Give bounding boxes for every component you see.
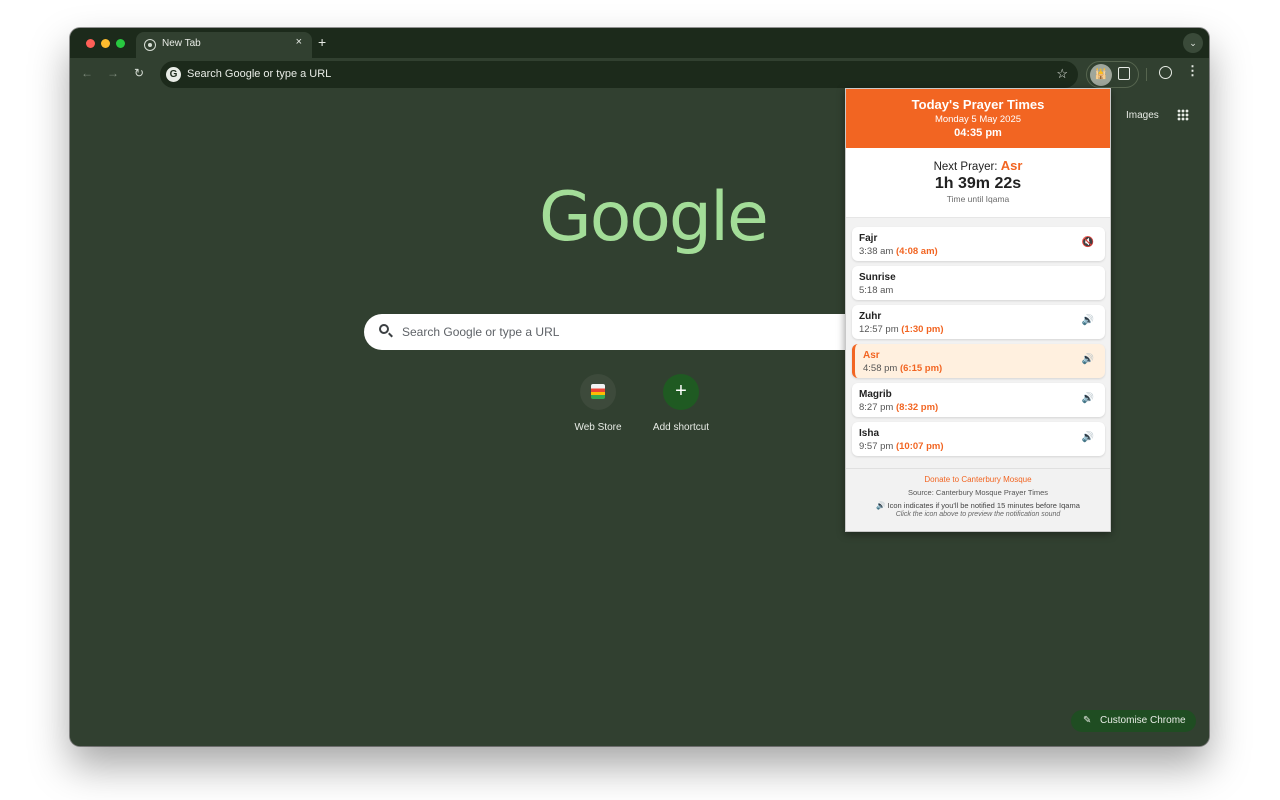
- prayer-time: 8:27 pm: [859, 402, 894, 413]
- prayer-time: 12:57 pm: [859, 324, 899, 335]
- speaker-icon: 🔊: [876, 501, 886, 510]
- prayer-row-isha: Isha 9:57 pm (10:07 pm) 🔊: [852, 422, 1105, 456]
- images-link[interactable]: Images: [1126, 110, 1159, 121]
- extensions-puzzle-icon[interactable]: [1118, 67, 1130, 80]
- prayer-times: 4:58 pm (6:15 pm): [863, 363, 942, 374]
- address-bar-text[interactable]: Search Google or type a URL: [187, 68, 331, 80]
- web-store-tile[interactable]: [580, 374, 616, 410]
- toolbar-divider: [1146, 68, 1147, 81]
- search-input[interactable]: Search Google or type a URL: [364, 314, 846, 350]
- next-prayer-name: Asr: [1000, 158, 1023, 173]
- profile-icon[interactable]: [1159, 66, 1172, 79]
- next-prayer-line: Next Prayer: Asr: [846, 158, 1110, 173]
- prayer-time: 5:18 am: [859, 285, 894, 296]
- prayer-row-sunrise: Sunrise 5:18 am: [852, 266, 1105, 300]
- prayer-name: Isha: [859, 428, 880, 439]
- countdown-caption: Time until Iqama: [946, 194, 1010, 204]
- legend-label: Icon indicates if you'll be notified 15 …: [887, 501, 1080, 510]
- tab-close-icon[interactable]: ×: [296, 36, 302, 48]
- legend-text: 🔊 Icon indicates if you'll be notified 1…: [846, 501, 1110, 510]
- bookmark-star-icon[interactable]: ☆: [1056, 66, 1068, 82]
- muted-speaker-icon[interactable]: 🔇: [1082, 237, 1094, 248]
- search-placeholder: Search Google or type a URL: [402, 325, 560, 339]
- speaker-icon[interactable]: 🔊: [1082, 393, 1094, 404]
- popup-title: Today's Prayer Times: [911, 97, 1045, 112]
- countdown-timer: 1h 39m 22s: [934, 175, 1022, 192]
- prayer-row-zuhr: Zuhr 12:57 pm (1:30 pm) 🔊: [852, 305, 1105, 339]
- chrome-menu-button[interactable]: ⋮: [1186, 64, 1199, 77]
- popup-header: Today's Prayer Times Monday 5 May 2025 0…: [846, 89, 1110, 148]
- forward-button[interactable]: →: [107, 66, 119, 80]
- prayer-time: 9:57 pm: [859, 441, 894, 452]
- toolbar: ← → ↻ G Search Google or type a URL ☆ 🕌 …: [70, 58, 1209, 90]
- next-prayer-block: Next Prayer: Asr 1h 39m 22s Time until I…: [846, 148, 1110, 218]
- donate-link[interactable]: Donate to Canterbury Mosque: [846, 475, 1110, 484]
- shortcut-label: Web Store: [574, 422, 622, 433]
- chrome-icon: [144, 39, 156, 51]
- prayer-times-popup: Today's Prayer Times Monday 5 May 2025 0…: [845, 88, 1111, 532]
- zoom-window-button[interactable]: [116, 39, 125, 48]
- plus-icon[interactable]: +: [663, 374, 699, 410]
- prayer-name: Zuhr: [859, 311, 882, 322]
- google-logo: Google: [539, 178, 769, 257]
- prayer-row-magrib: Magrib 8:27 pm (8:32 pm) 🔊: [852, 383, 1105, 417]
- popup-current-time: 04:35 pm: [954, 127, 1002, 139]
- minimize-window-button[interactable]: [101, 39, 110, 48]
- pencil-icon: ✎: [1083, 715, 1092, 726]
- popup-footer: Donate to Canterbury Mosque Source: Cant…: [846, 468, 1110, 531]
- new-tab-button[interactable]: +: [318, 34, 326, 50]
- shortcut-add[interactable]: + Add shortcut: [640, 374, 722, 433]
- prayer-list: Fajr 3:38 am (4:08 am) 🔇 Sunrise 5:18 am…: [846, 218, 1110, 468]
- prayer-name: Asr: [863, 350, 880, 361]
- speaker-icon[interactable]: 🔊: [1082, 354, 1094, 365]
- preview-hint: Click the icon above to preview the noti…: [895, 511, 1061, 518]
- reload-button[interactable]: ↻: [134, 66, 144, 80]
- prayer-name: Fajr: [859, 233, 878, 244]
- customise-chrome-button[interactable]: ✎ Customise Chrome: [1071, 710, 1196, 732]
- shortcut-web-store[interactable]: Web Store: [557, 374, 639, 433]
- tab-new-tab[interactable]: New Tab ×: [136, 32, 312, 58]
- iqama-time: (10:07 pm): [895, 441, 944, 452]
- prayer-name: Magrib: [859, 389, 892, 400]
- prayer-time: 3:38 am: [859, 246, 894, 257]
- speaker-icon[interactable]: 🔊: [1082, 315, 1094, 326]
- prayer-times: 12:57 pm (1:30 pm): [859, 324, 944, 335]
- address-bar[interactable]: G Search Google or type a URL ☆: [160, 61, 1078, 88]
- iqama-time: (8:32 pm): [895, 402, 939, 413]
- source-text: Source: Canterbury Mosque Prayer Times: [907, 488, 1049, 497]
- google-apps-icon[interactable]: [1177, 109, 1189, 121]
- customise-chrome-label: Customise Chrome: [1100, 715, 1186, 726]
- google-icon: G: [166, 67, 181, 82]
- tab-search-button[interactable]: ⌄: [1183, 33, 1203, 53]
- tab-title: New Tab: [162, 38, 201, 49]
- next-prayer-label: Next Prayer:: [933, 161, 998, 173]
- popup-date: Monday 5 May 2025: [934, 114, 1022, 125]
- prayer-row-fajr: Fajr 3:38 am (4:08 am) 🔇: [852, 227, 1105, 261]
- speaker-icon[interactable]: 🔊: [1082, 432, 1094, 443]
- shortcut-label: Add shortcut: [652, 422, 710, 433]
- back-button[interactable]: ←: [81, 66, 93, 80]
- tab-strip: New Tab × + ⌄: [70, 28, 1209, 58]
- mosque-extension-icon[interactable]: 🕌: [1090, 64, 1112, 86]
- extensions-group: 🕌: [1086, 61, 1139, 88]
- web-store-icon: [591, 384, 605, 399]
- prayer-name: Sunrise: [859, 272, 896, 283]
- iqama-time: (6:15 pm): [899, 363, 943, 374]
- search-icon: [379, 324, 389, 334]
- prayer-times: 5:18 am: [859, 285, 893, 296]
- prayer-times: 3:38 am (4:08 am): [859, 246, 938, 257]
- prayer-row-asr: Asr 4:58 pm (6:15 pm) 🔊: [852, 344, 1105, 378]
- close-window-button[interactable]: [86, 39, 95, 48]
- prayer-times: 8:27 pm (8:32 pm): [859, 402, 938, 413]
- iqama-time: (4:08 am): [895, 246, 938, 257]
- iqama-time: (1:30 pm): [901, 324, 944, 335]
- prayer-times: 9:57 pm (10:07 pm): [859, 441, 943, 452]
- prayer-time: 4:58 pm: [863, 363, 898, 374]
